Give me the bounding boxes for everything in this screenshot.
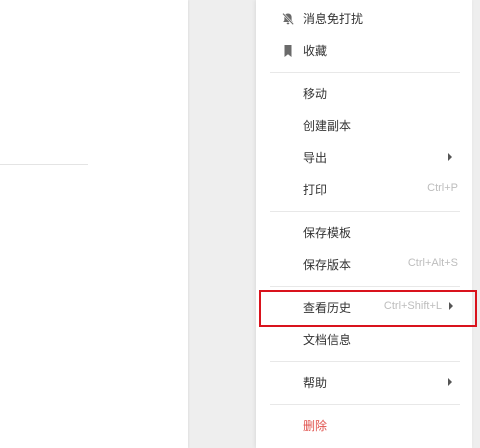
- document-divider-line: [0, 164, 88, 165]
- menu-item-print-shortcut: Ctrl+P: [427, 182, 458, 194]
- menu-divider: [270, 361, 460, 362]
- app-stage: 消息免打扰 收藏 移动 创建副本 导出 打印 Ctrl+P 保存模板 保存版本 …: [0, 0, 480, 448]
- menu-item-help[interactable]: 帮助: [256, 369, 472, 395]
- menu-item-copy-label: 创建副本: [303, 119, 352, 133]
- menu-item-save-version-label: 保存版本: [303, 258, 352, 272]
- menu-item-mute[interactable]: 消息免打扰: [256, 5, 472, 31]
- menu-item-history[interactable]: 查看历史 Ctrl+Shift+L: [256, 294, 472, 320]
- menu-item-print[interactable]: 打印 Ctrl+P: [256, 176, 472, 202]
- submenu-arrow-icon: [448, 378, 452, 386]
- bell-off-icon: [281, 11, 295, 25]
- menu-divider: [270, 72, 460, 73]
- menu-item-copy[interactable]: 创建副本: [256, 112, 472, 138]
- menu-item-export[interactable]: 导出: [256, 144, 472, 170]
- menu-item-print-label: 打印: [303, 183, 328, 197]
- menu-item-history-label: 查看历史: [303, 301, 352, 315]
- document-page[interactable]: [0, 0, 188, 448]
- submenu-arrow-icon: [449, 302, 453, 310]
- menu-item-favorite-label: 收藏: [303, 44, 328, 58]
- menu-item-doc-info[interactable]: 文档信息: [256, 326, 472, 352]
- submenu-arrow-icon: [448, 153, 452, 161]
- menu-divider: [270, 404, 460, 405]
- menu-item-help-label: 帮助: [303, 376, 328, 390]
- menu-divider: [270, 286, 460, 287]
- menu-item-save-version-shortcut: Ctrl+Alt+S: [407, 257, 458, 269]
- menu-item-doc-info-label: 文档信息: [303, 333, 352, 347]
- menu-item-move-label: 移动: [303, 87, 328, 101]
- menu-item-mute-label: 消息免打扰: [303, 12, 364, 26]
- menu-divider: [270, 211, 460, 212]
- menu-item-history-shortcut: Ctrl+Shift+L: [383, 300, 442, 312]
- menu-item-export-label: 导出: [303, 151, 328, 165]
- bookmark-icon: [281, 43, 295, 57]
- menu-item-favorite[interactable]: 收藏: [256, 37, 472, 63]
- menu-item-save-template-label: 保存模板: [303, 226, 352, 240]
- context-menu: 消息免打扰 收藏 移动 创建副本 导出 打印 Ctrl+P 保存模板 保存版本 …: [256, 0, 472, 448]
- menu-item-save-template[interactable]: 保存模板: [256, 219, 472, 245]
- menu-item-move[interactable]: 移动: [256, 80, 472, 106]
- menu-item-save-version[interactable]: 保存版本 Ctrl+Alt+S: [256, 251, 472, 277]
- menu-item-delete-label: 删除: [303, 419, 328, 433]
- menu-item-delete[interactable]: 删除: [256, 412, 472, 438]
